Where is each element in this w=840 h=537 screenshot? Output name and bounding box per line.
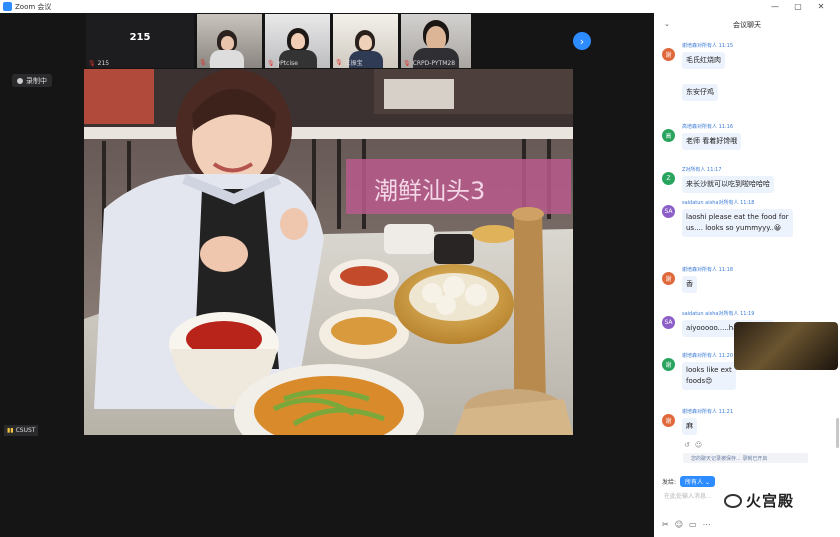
zoom-window: Zoom 会议 — ▢ ✕ 215 🎙215 🎙金属选 🎙yPtcise (0, 0, 840, 537)
participant-face (426, 26, 446, 50)
reply-icon[interactable]: ↺ (684, 441, 690, 449)
message-text: 老师 看着好馋哦 (686, 137, 738, 145)
chat-message[interactable]: SA saidatun aisha对所有人 11:18 laoshi please … (662, 199, 838, 237)
message-bubble: 来长沙就可以吃到啦哈哈哈 (682, 176, 774, 193)
chat-message[interactable]: 高 高培森对所有人 11:16 老师 看着好馋哦 (662, 123, 838, 153)
message-meta: 谢培森对所有人 11:20 (682, 353, 733, 359)
avatar: SA (662, 316, 675, 329)
message-text: us.... looks so yummyyy..😀 (686, 224, 782, 232)
message-bubble: 香 (682, 276, 697, 293)
chat-message[interactable]: 谢 谢培森对所有人 11:15 毛氏红烧肉 (662, 42, 838, 72)
close-button[interactable]: ✕ (812, 0, 830, 13)
avatar: 谢 (662, 414, 675, 427)
next-page-arrow-icon[interactable]: › (573, 32, 591, 50)
participant-thumbnail[interactable]: 🎙 CRPD-PYTM28 (401, 14, 471, 68)
floating-video-preview[interactable] (734, 322, 838, 370)
window-title: Zoom 会议 (15, 2, 52, 11)
chat-scrollbar[interactable] (836, 418, 839, 448)
chat-message[interactable]: 东安仔鸡 (662, 84, 838, 114)
message-meta: 高培森对所有人 11:16 (682, 124, 733, 130)
participant-thumbnail-strip: 215 🎙 215 🎙 金属选 🎙 yPtcise 🎙 王振宝 🎙 CRPD-P… (86, 14, 586, 68)
message-bubble: laoshi please eat the food for us.... loo… (682, 209, 793, 237)
message-meta: 谢培森对所有人 11:21 (682, 409, 733, 415)
message-bubble: 老师 看着好馋哦 (682, 133, 742, 150)
participant-name: 🎙 CRPD-PYTM28 (403, 60, 456, 67)
chat-input[interactable]: 在此处输入消息... (664, 491, 712, 500)
message-text: 毛氏红烧肉 (686, 56, 721, 64)
chat-title: 会议聊天 (733, 21, 761, 29)
avatar: 高 (662, 129, 675, 142)
message-actions: ↺ ☺ (684, 441, 702, 449)
avatar: SA (662, 205, 675, 218)
chat-message[interactable]: Z Z对所有人 11:17 来长沙就可以吃到啦哈哈哈 (662, 166, 838, 196)
message-meta: 谢培森对所有人 11:18 (682, 267, 733, 273)
participant-face (221, 36, 234, 50)
screenshot-icon[interactable]: ✂ (662, 520, 669, 529)
chat-panel: ⌄ 会议聊天 谢谢培森对所有人 11:15 毛氏红烧肉 东安仔鸡高高培森对所有人 1… (654, 13, 840, 537)
message-text: 香 (686, 280, 693, 288)
speaker-name: CSUST (15, 427, 36, 434)
avatar: Z (662, 172, 675, 185)
send-to-dropdown[interactable]: 所有人 ⌄ (680, 476, 715, 487)
maximize-button[interactable]: ▢ (789, 0, 807, 13)
participant-thumbnail[interactable]: 🎙 王振宝 (333, 14, 398, 68)
avatar: 谢 (662, 48, 675, 61)
mic-muted-icon: 🎙 (199, 59, 207, 66)
participant-name: 🎙 王振宝 (335, 59, 363, 67)
message-bubble: looks like ext foods😍 (682, 362, 736, 390)
participant-name: 🎙 yPtcise (267, 60, 298, 67)
participant-name: 🎙 215 (88, 60, 110, 67)
participant-thumbnail[interactable]: 🎙 金属选 (197, 14, 262, 68)
chat-message[interactable]: 谢 谢培森对所有人 11:18 香 (662, 266, 838, 296)
message-text: 麻 (686, 422, 693, 430)
mic-muted-icon: 🎙 (335, 59, 343, 66)
participant-face (359, 35, 372, 50)
main-speaker-video[interactable]: 潮鲜汕头3 (84, 69, 573, 435)
recording-label: 录制中 (26, 76, 47, 85)
message-bubble: 毛氏红烧肉 (682, 52, 725, 69)
message-meta: saidatun aisha对所有人 11:19 (682, 311, 755, 317)
watermark: 火宫殿 (724, 490, 794, 511)
participant-name: 🎙 金属选 (199, 59, 227, 67)
audio-level-icon: ▮▮ (7, 427, 14, 434)
send-to-label: 发给: (662, 479, 677, 486)
message-meta: Z对所有人 11:17 (682, 167, 722, 173)
system-notice: 您的聊天记录被保存... 录制已开启 (683, 453, 808, 463)
message-bubble: 麻 (682, 418, 697, 435)
send-to-row: 发给: 所有人 ⌄ (662, 476, 715, 487)
emoji-icon[interactable]: ☺ (675, 520, 683, 529)
restaurant-sign: 潮鲜汕头3 (374, 177, 485, 205)
message-bubble: 东安仔鸡 (682, 84, 718, 101)
avatar: 谢 (662, 272, 675, 285)
video-area: 215 🎙 215 🎙 金属选 🎙 yPtcise 🎙 王振宝 🎙 CRPD-P… (0, 13, 654, 537)
message-text: foods😍 (686, 377, 713, 385)
title-bar: Zoom 会议 — ▢ ✕ (0, 0, 840, 13)
chat-message[interactable]: 谢 谢培森对所有人 11:21 麻 (662, 408, 838, 438)
message-text: 来长沙就可以吃到啦哈哈哈 (686, 180, 770, 188)
participant-number: 215 (129, 32, 151, 43)
avatar: 谢 (662, 358, 675, 371)
mic-muted-icon: 🎙 (403, 60, 411, 67)
video-frame: 潮鲜汕头3 (84, 69, 573, 435)
minimize-button[interactable]: — (766, 0, 784, 13)
recording-indicator: 录制中 (12, 74, 52, 87)
message-meta: saidatun aisha对所有人 11:18 (682, 200, 755, 206)
mic-muted-icon: 🎙 (88, 60, 96, 67)
message-meta: 谢培森对所有人 11:15 (682, 43, 733, 49)
chat-toolbar: ✂ ☺ ▭ ⋯ (662, 520, 711, 529)
message-text: looks like ext (686, 366, 732, 374)
mic-muted-icon: 🎙 (267, 60, 275, 67)
participant-face (291, 33, 305, 49)
more-icon[interactable]: ⋯ (703, 520, 711, 529)
active-speaker-tag: ▮▮ CSUST (4, 425, 39, 436)
participant-thumbnail[interactable]: 🎙 yPtcise (265, 14, 330, 68)
participant-thumbnail[interactable]: 215 🎙 215 (86, 14, 194, 68)
zoom-app-icon (3, 2, 12, 11)
wechat-logo-icon (724, 493, 742, 508)
record-icon (17, 77, 23, 84)
message-text: laoshi please eat the food for (686, 213, 789, 221)
file-icon[interactable]: ▭ (689, 520, 697, 529)
emoji-reaction-icon[interactable]: ☺ (695, 441, 702, 449)
message-text: 东安仔鸡 (686, 88, 714, 96)
